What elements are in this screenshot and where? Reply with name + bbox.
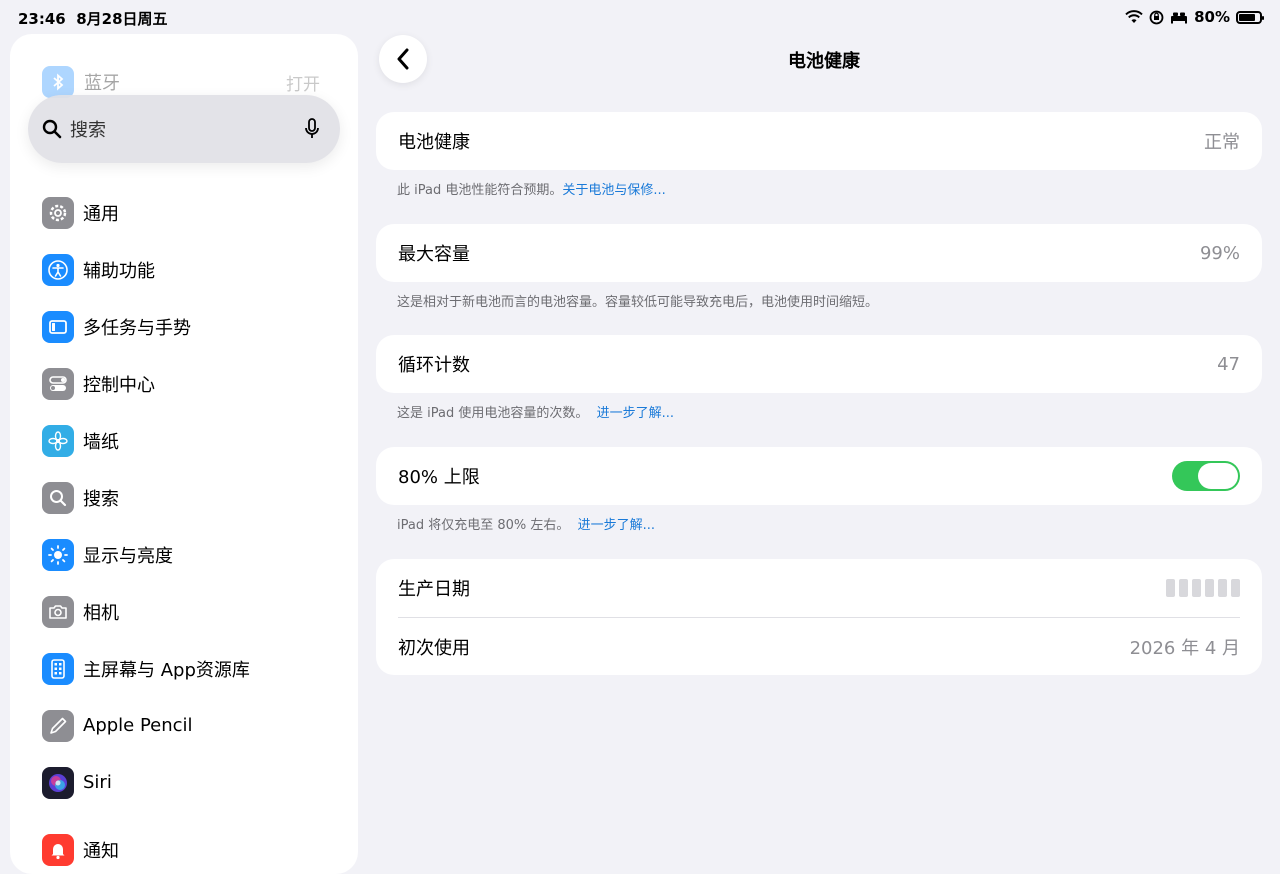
sidebar-item-bluetooth[interactable]: 蓝牙 [42,66,120,98]
sidebar-item-label: 搜索 [83,488,119,510]
cycle-count-value: 47 [1217,353,1240,375]
sidebar-item-search[interactable]: 搜索 [42,469,342,526]
max-capacity-label: 最大容量 [398,244,470,265]
siri-icon [42,766,74,799]
charge-limit-note: iPad 将仅充电至 80% 左右。 进一步了解... [397,514,655,533]
search-placeholder: 搜索 [70,120,106,141]
sidebar-item-label: Apple Pencil [83,715,193,736]
status-clock: 23:46 [18,10,66,28]
chevron-left-icon [397,48,409,70]
battery-health-card: 电池健康 正常 [376,112,1262,170]
battery-health-note-text: 此 iPad 电池性能符合预期。 [397,183,563,198]
battery-health-label: 电池健康 [398,132,470,153]
home-screen-icon [42,652,74,685]
charge-limit-row: 80% 上限 [376,447,1262,505]
charge-limit-toggle[interactable] [1172,461,1240,491]
search-icon [42,481,74,514]
sidebar-item-label: 显示与亮度 [83,545,173,567]
sidebar-item-label: 辅助功能 [83,260,155,282]
charge-limit-label: 80% 上限 [398,467,480,488]
search-input[interactable]: 搜索 [28,95,340,163]
gear-icon [42,196,74,229]
bell-icon [42,833,74,866]
first-use-value: 2026 年 4 月 [1129,637,1240,659]
max-capacity-note-text: 这是相对于新电池而言的电池容量。容量较低可能导致充电后，电池使用时间缩短。 [397,295,879,310]
cycle-count-row: 循环计数 47 [376,335,1262,393]
battery-health-note: 此 iPad 电池性能符合预期。关于电池与保修... [397,179,666,198]
sidebar-item-label: 通用 [83,203,119,225]
first-use-row: 初次使用 2026 年 4 月 [376,618,1262,675]
cycle-count-note: 这是 iPad 使用电池容量的次数。 进一步了解... [397,402,674,421]
sidebar-item-label: 多任务与手势 [83,317,191,339]
max-capacity-row: 最大容量 99% [376,224,1262,282]
flower-icon [42,424,74,457]
sidebar-item-label: 控制中心 [83,374,155,396]
status-time: 23:46 8月28日周五 [18,8,168,29]
sidebar-item-general[interactable]: 通用 [42,184,342,241]
battery-fill [1239,13,1255,21]
dates-card: 生产日期 初次使用 2026 年 4 月 [376,559,1262,675]
sidebar-item-control-center[interactable]: 控制中心 [42,355,342,412]
pencil-icon [42,709,74,742]
sidebar-item-home-screen[interactable]: 主屏幕与 App资源库 [42,640,342,697]
cycle-count-learn-more-link[interactable]: 进一步了解... [597,406,674,421]
search-icon [42,119,62,139]
bed-icon [1171,12,1188,23]
status-date: 8月28日周五 [76,10,168,28]
battery-health-value: 正常 [1204,132,1240,153]
max-capacity-note: 这是相对于新电池而言的电池容量。容量较低可能导致充电后，电池使用时间缩短。 [397,291,878,310]
cycle-count-note-text: 这是 iPad 使用电池容量的次数。 [397,406,589,421]
toggle-knob [1198,463,1238,489]
max-capacity-card: 最大容量 99% [376,224,1262,282]
sidebar-item-display[interactable]: 显示与亮度 [42,526,342,583]
manufacture-date-label: 生产日期 [398,579,470,600]
cycle-count-label: 循环计数 [398,355,470,376]
charge-limit-learn-more-link[interactable]: 进一步了解... [578,518,655,533]
sidebar-item-multitasking[interactable]: 多任务与手势 [42,298,342,355]
sidebar-item-label: 蓝牙 [84,73,120,94]
charge-limit-note-text: iPad 将仅充电至 80% 左右。 [397,518,570,533]
sidebar: 蓝牙 打开 搜索 通用 辅助功能 多任务与手势 控制中心 墙纸 搜索 显示与亮度… [10,34,358,874]
multitasking-icon [42,310,74,343]
wifi-icon [1125,10,1143,23]
sidebar-item-label: 主屏幕与 App资源库 [83,659,250,681]
sidebar-item-label: 相机 [83,602,119,624]
sidebar-item-siri[interactable]: Siri [42,754,342,811]
sidebar-item-notifications[interactable]: 通知 [42,821,342,874]
max-capacity-value: 99% [1199,242,1240,264]
bluetooth-status: 打开 [286,75,320,95]
page-title: 电池健康 [788,51,860,72]
microphone-icon[interactable] [304,118,320,140]
settings-menu: 通用 辅助功能 多任务与手势 控制中心 墙纸 搜索 显示与亮度 相机 主屏幕与 … [42,184,342,874]
sun-icon [42,538,74,571]
sidebar-item-label: 通知 [83,840,119,862]
sidebar-item-label: Siri [83,772,112,793]
sidebar-item-accessibility[interactable]: 辅助功能 [42,241,342,298]
accessibility-icon [42,253,74,286]
manufacture-date-redacted [1166,579,1240,597]
battery-icon [1236,10,1264,24]
battery-health-row: 电池健康 正常 [376,112,1262,170]
sidebar-item-apple-pencil[interactable]: Apple Pencil [42,697,342,754]
first-use-label: 初次使用 [398,637,470,659]
toggles-icon [42,367,74,400]
sidebar-item-wallpaper[interactable]: 墙纸 [42,412,342,469]
sidebar-item-camera[interactable]: 相机 [42,583,342,640]
status-indicators: 80% [1125,8,1264,26]
manufacture-date-row: 生产日期 [376,559,1262,617]
status-bar: 23:46 8月28日周五 80% [0,0,1280,34]
charge-limit-card: 80% 上限 [376,447,1262,505]
bluetooth-icon [42,66,74,98]
orientation-lock-icon [1149,10,1164,24]
sidebar-item-label: 墙纸 [83,431,119,453]
battery-warranty-link[interactable]: 关于电池与保修... [562,183,665,198]
back-button[interactable] [379,35,427,83]
cycle-count-card: 循环计数 47 [376,335,1262,393]
battery-percentage: 80% [1194,8,1230,26]
camera-icon [42,595,74,628]
